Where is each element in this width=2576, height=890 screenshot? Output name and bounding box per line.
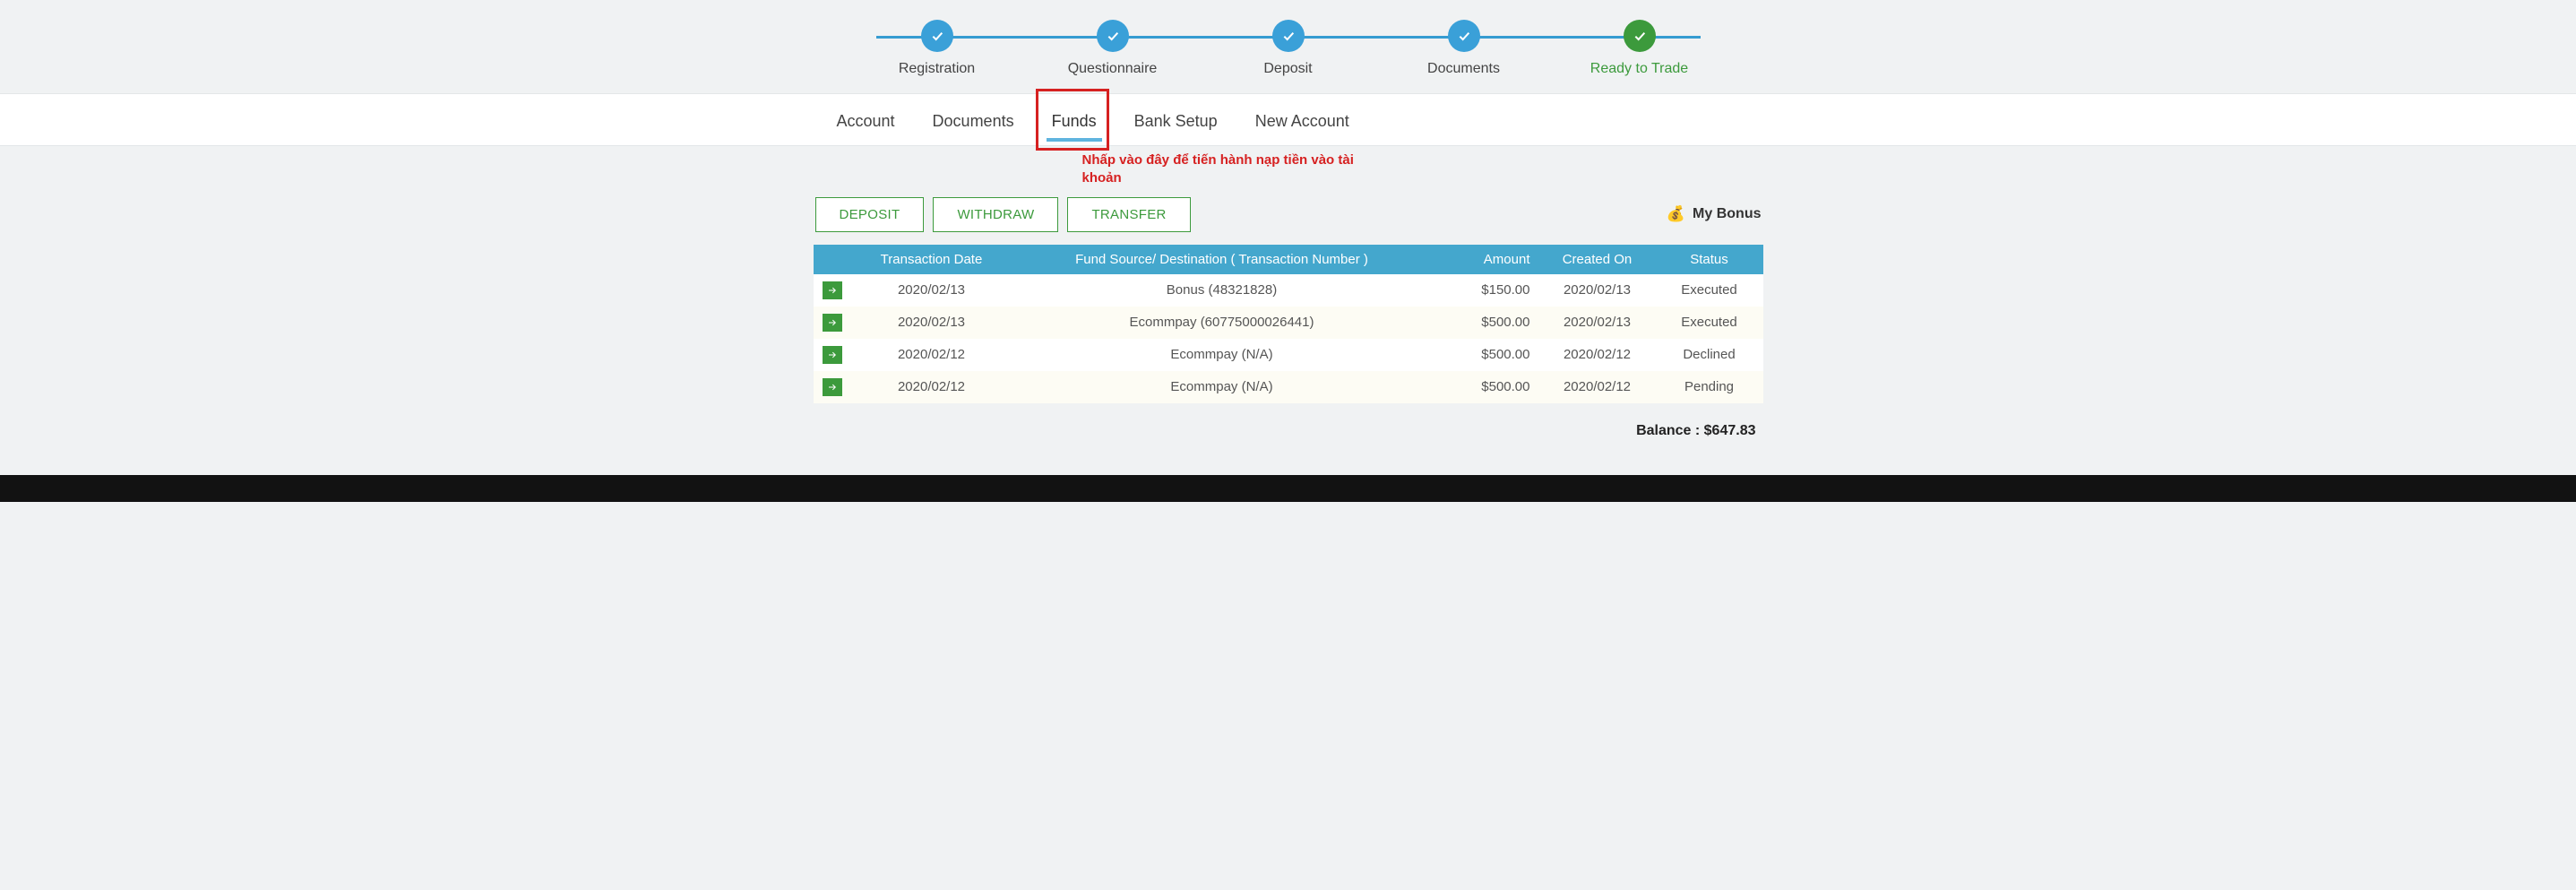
tab-documents[interactable]: Documents: [926, 94, 1021, 145]
cell-date: 2020/02/13: [851, 274, 1012, 307]
tab-bank-setup[interactable]: Bank Setup: [1127, 94, 1225, 145]
balance-display: Balance : $647.83: [814, 423, 1756, 439]
check-icon: [1624, 20, 1656, 52]
step-label: Deposit: [1263, 61, 1312, 77]
row-direction-cell: [814, 371, 851, 403]
th-source: Fund Source/ Destination ( Transaction N…: [1012, 245, 1432, 274]
step-label: Documents: [1427, 61, 1500, 77]
cell-amount: $500.00: [1432, 307, 1539, 339]
step-registration: Registration: [849, 20, 1025, 77]
cell-amount: $500.00: [1432, 339, 1539, 371]
cell-date: 2020/02/13: [851, 307, 1012, 339]
cell-amount: $500.00: [1432, 371, 1539, 403]
cell-source: Ecommpay (N/A): [1012, 371, 1432, 403]
check-icon: [1448, 20, 1480, 52]
step-label: Questionnaire: [1068, 61, 1158, 77]
step-label: Registration: [899, 61, 975, 77]
my-bonus-label: My Bonus: [1693, 206, 1761, 222]
my-bonus-link[interactable]: 💰 My Bonus: [1667, 205, 1762, 223]
cell-status: Declined: [1656, 339, 1763, 371]
cell-date: 2020/02/12: [851, 371, 1012, 403]
cell-created: 2020/02/13: [1539, 307, 1656, 339]
check-icon: [1272, 20, 1305, 52]
th-amount: Amount: [1432, 245, 1539, 274]
progress-stepper: Registration Questionnaire Deposit: [814, 20, 1763, 77]
table-row: 2020/02/13Ecommpay (60775000026441)$500.…: [814, 307, 1763, 339]
arrow-in-icon: [823, 346, 842, 364]
cell-source: Bonus (48321828): [1012, 274, 1432, 307]
th-date: Transaction Date: [851, 245, 1012, 274]
step-deposit: Deposit: [1201, 20, 1376, 77]
money-bag-icon: 💰: [1667, 205, 1685, 223]
cell-date: 2020/02/12: [851, 339, 1012, 371]
row-direction-cell: [814, 274, 851, 307]
table-row: 2020/02/12Ecommpay (N/A)$500.002020/02/1…: [814, 371, 1763, 403]
transactions-table: Transaction Date Fund Source/ Destinatio…: [814, 245, 1763, 403]
deposit-button[interactable]: DEPOSIT: [815, 197, 925, 232]
cell-status: Executed: [1656, 307, 1763, 339]
cell-amount: $150.00: [1432, 274, 1539, 307]
tab-funds[interactable]: Funds: [1045, 94, 1104, 145]
check-icon: [921, 20, 953, 52]
cell-created: 2020/02/12: [1539, 339, 1656, 371]
annotation-text: Nhấp vào đây để tiến hành nạp tiền vào t…: [1082, 151, 1378, 188]
cell-status: Executed: [1656, 274, 1763, 307]
th-created: Created On: [1539, 245, 1656, 274]
table-row: 2020/02/12Ecommpay (N/A)$500.002020/02/1…: [814, 339, 1763, 371]
tab-account[interactable]: Account: [830, 94, 902, 145]
step-ready-to-trade: Ready to Trade: [1552, 20, 1727, 77]
step-questionnaire: Questionnaire: [1025, 20, 1201, 77]
th-status: Status: [1656, 245, 1763, 274]
tab-label: Funds: [1052, 112, 1097, 130]
cell-created: 2020/02/13: [1539, 274, 1656, 307]
row-direction-cell: [814, 307, 851, 339]
step-documents: Documents: [1376, 20, 1552, 77]
cell-created: 2020/02/12: [1539, 371, 1656, 403]
withdraw-button[interactable]: WITHDRAW: [933, 197, 1058, 232]
check-icon: [1097, 20, 1129, 52]
balance-label: Balance :: [1636, 423, 1704, 438]
arrow-in-icon: [823, 378, 842, 396]
table-row: 2020/02/13Bonus (48321828)$150.002020/02…: [814, 274, 1763, 307]
cell-status: Pending: [1656, 371, 1763, 403]
th-icon: [814, 245, 851, 274]
arrow-in-icon: [823, 314, 842, 332]
transfer-button[interactable]: TRANSFER: [1067, 197, 1190, 232]
balance-value: $647.83: [1704, 423, 1756, 438]
arrow-in-icon: [823, 281, 842, 299]
row-direction-cell: [814, 339, 851, 371]
tab-new-account[interactable]: New Account: [1248, 94, 1357, 145]
footer-bar: [0, 475, 2576, 502]
step-label: Ready to Trade: [1590, 61, 1688, 77]
cell-source: Ecommpay (60775000026441): [1012, 307, 1432, 339]
cell-source: Ecommpay (N/A): [1012, 339, 1432, 371]
main-tabs: Account Documents Funds Bank Setup New A…: [814, 94, 1763, 145]
